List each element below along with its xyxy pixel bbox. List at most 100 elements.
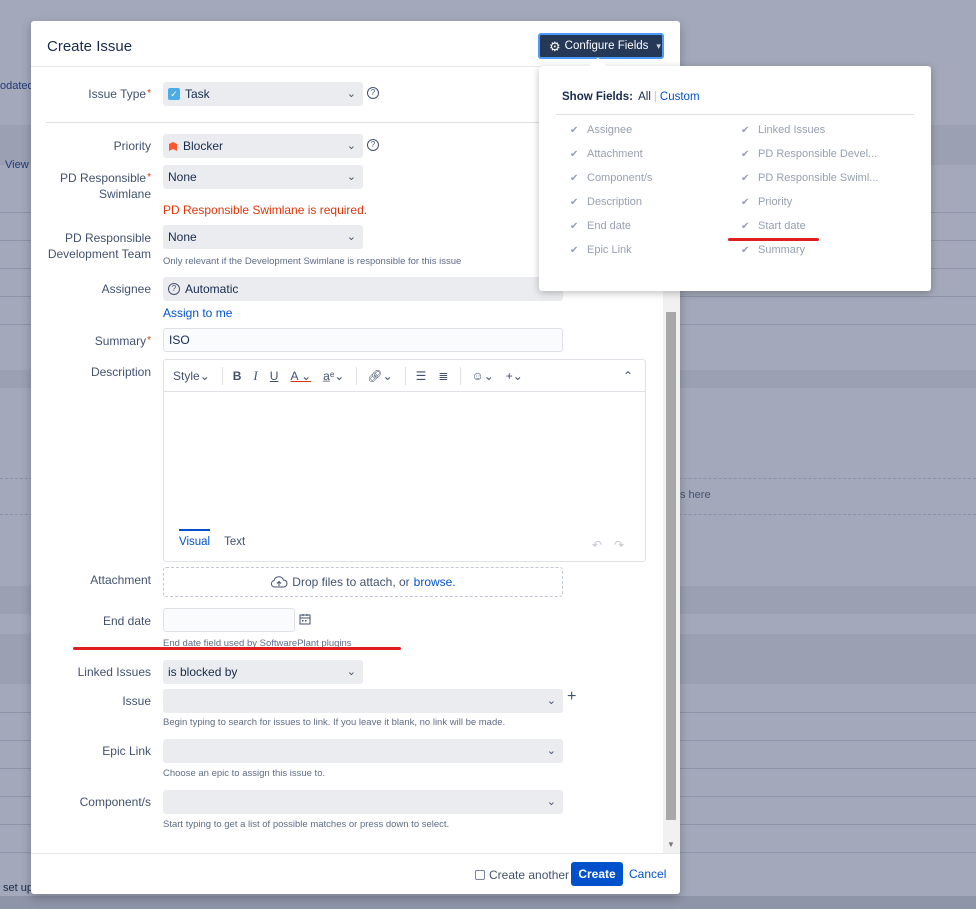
toolbar-divider [404,366,406,385]
epic-link-select[interactable]: ⌄ [163,739,563,763]
show-fields-header: Show Fields: All | Custom [562,91,700,103]
assignee-label: Assignee [101,282,151,296]
components-select[interactable]: ⌄ [163,790,563,814]
numbered-list-icon[interactable]: ≣ [438,369,448,383]
show-all-option[interactable]: All [638,91,651,103]
check-icon: ✔ [741,124,750,136]
description-editor[interactable]: Style⌄ B I U A ⌄ a̲ᵉ⌄ 🔗︎⌄ ☰ ≣ ☺⌄ +⌄ ⌃ Vi… [163,359,646,562]
dialog-title: Create Issue [47,38,133,55]
check-icon: ✔ [570,172,579,184]
field-toggle-pd-dev[interactable]: ✔ PD Responsible Devel... [741,148,877,160]
scroll-thumb[interactable] [666,312,676,820]
link-icon[interactable]: 🔗︎⌄ [367,369,392,383]
configure-fields-popup: Show Fields: All | Custom ✔ Assignee ✔ Attac… [539,57,931,291]
epic-link-label: Epic Link [102,744,151,758]
field-toggle-pd-swimlane[interactable]: ✔ PD Responsible Swiml... [741,172,878,184]
issue-type-value: Task [185,87,210,101]
required-marker: * [147,88,151,99]
field-toggle-label: Component/s [587,172,653,184]
create-another-label: Create another [489,868,570,882]
issue-select[interactable]: ⌄ [163,689,563,713]
create-button[interactable]: Create [571,862,623,886]
italic-icon[interactable]: I [253,368,257,384]
bg-row [0,896,976,909]
summary-input[interactable]: ISO [163,328,563,352]
field-toggle-label: Epic Link [587,244,632,256]
components-label: Component/s [79,795,151,809]
editor-mode-tabs: Visual Text [179,529,245,548]
text-color-icon[interactable]: A ⌄ [290,369,311,383]
linked-issues-select[interactable]: is blocked by ⌄ [163,660,363,684]
dialog-footer: Create another Create Cancel [31,853,680,894]
blocker-priority-icon [169,141,177,151]
pd-swimlane-select[interactable]: None ⌄ [163,165,363,189]
drop-files-text: Drop files to attach, or [292,575,410,589]
calendar-icon[interactable] [299,613,311,625]
redo-icon[interactable]: ↷ [614,538,624,552]
tab-text[interactable]: Text [224,529,245,548]
required-marker: * [147,172,151,183]
collapse-toolbar-icon[interactable]: ⌃ [623,369,633,383]
field-toggle-label: Assignee [587,124,633,136]
end-date-input[interactable] [163,608,295,632]
add-plus-icon[interactable]: + [567,688,576,706]
cancel-link[interactable]: Cancel [629,867,666,881]
emoji-icon[interactable]: ☺⌄ [471,369,493,383]
create-another-option[interactable]: Create another [475,868,569,882]
style-dropdown[interactable]: Style⌄ [173,369,210,383]
field-toggle-start-date[interactable]: ✔ Start date [741,220,806,232]
field-toggle-summary[interactable]: ✔ Summary [741,244,805,256]
field-toggle-end-date[interactable]: ✔ End date [570,220,631,232]
field-toggle-label: PD Responsible Swiml... [758,172,879,184]
check-icon: ✔ [741,196,750,208]
field-toggle-priority[interactable]: ✔ Priority [741,196,792,208]
priority-select[interactable]: Blocker ⌄ [163,134,363,158]
pd-team-select[interactable]: None ⌄ [163,225,363,249]
field-toggle-attachment[interactable]: ✔ Attachment [570,148,643,160]
field-toggle-linked-issues[interactable]: ✔ Linked Issues [741,124,825,136]
scroll-down-icon[interactable]: ▼ [667,840,675,849]
attachment-dropzone[interactable]: Drop files to attach, or browse. [163,567,563,597]
configure-fields-button[interactable]: ⚙ Configure Fields ▾ [538,33,664,59]
chevron-down-icon: ⌄ [546,695,556,707]
chevron-down-icon: ⌄ [546,796,556,808]
field-toggle-components[interactable]: ✔ Component/s [570,172,652,184]
required-marker: * [147,335,151,346]
field-toggle-description[interactable]: ✔ Description [570,196,642,208]
chevron-down-icon: ⌄ [346,140,356,152]
editor-toolbar: Style⌄ B I U A ⌄ a̲ᵉ⌄ 🔗︎⌄ ☰ ≣ ☺⌄ +⌄ ⌃ [164,360,645,392]
epic-link-hint: Choose an epic to assign this issue to. [163,768,326,779]
field-toggle-label: PD Responsible Devel... [758,148,878,160]
chevron-down-icon: ⌄ [346,88,356,100]
option-separator: | [653,91,657,103]
help-icon[interactable]: ? [367,139,379,151]
show-custom-option[interactable]: Custom [660,91,700,103]
assignee-select[interactable]: ? Automatic [163,277,563,301]
chevron-down-icon: ⌄ [346,231,356,243]
undo-icon[interactable]: ↶ [592,538,602,552]
chevron-down-icon: ⌄ [546,745,556,757]
field-toggle-label: Priority [758,196,793,208]
pd-team-label-line1: PD Responsible [64,231,151,245]
field-toggle-label: Linked Issues [758,124,826,136]
field-toggle-label: Attachment [587,148,643,160]
create-another-checkbox[interactable] [475,870,485,880]
bullet-list-icon[interactable]: ☰ [416,369,427,383]
check-icon: ✔ [741,172,750,184]
popup-divider [556,114,914,115]
browse-link[interactable]: browse. [414,575,456,589]
field-toggle-assignee[interactable]: ✔ Assignee [570,124,632,136]
style-label: Style [173,368,200,383]
insert-plus-icon[interactable]: +⌄ [506,369,523,383]
end-date-label: End date [102,614,151,628]
issue-type-select[interactable]: ✓ Task ⌄ [163,82,363,106]
bold-icon[interactable]: B [233,369,242,383]
help-icon[interactable]: ? [367,87,379,99]
underline-icon[interactable]: U [270,369,279,383]
tab-visual[interactable]: Visual [179,529,211,548]
assign-to-me-link[interactable]: Assign to me [163,306,232,320]
text-format-icon[interactable]: a̲ᵉ⌄ [323,369,344,383]
field-toggle-label: Description [587,196,643,208]
field-toggle-epic-link[interactable]: ✔ Epic Link [570,244,632,256]
check-icon: ✔ [570,196,579,208]
